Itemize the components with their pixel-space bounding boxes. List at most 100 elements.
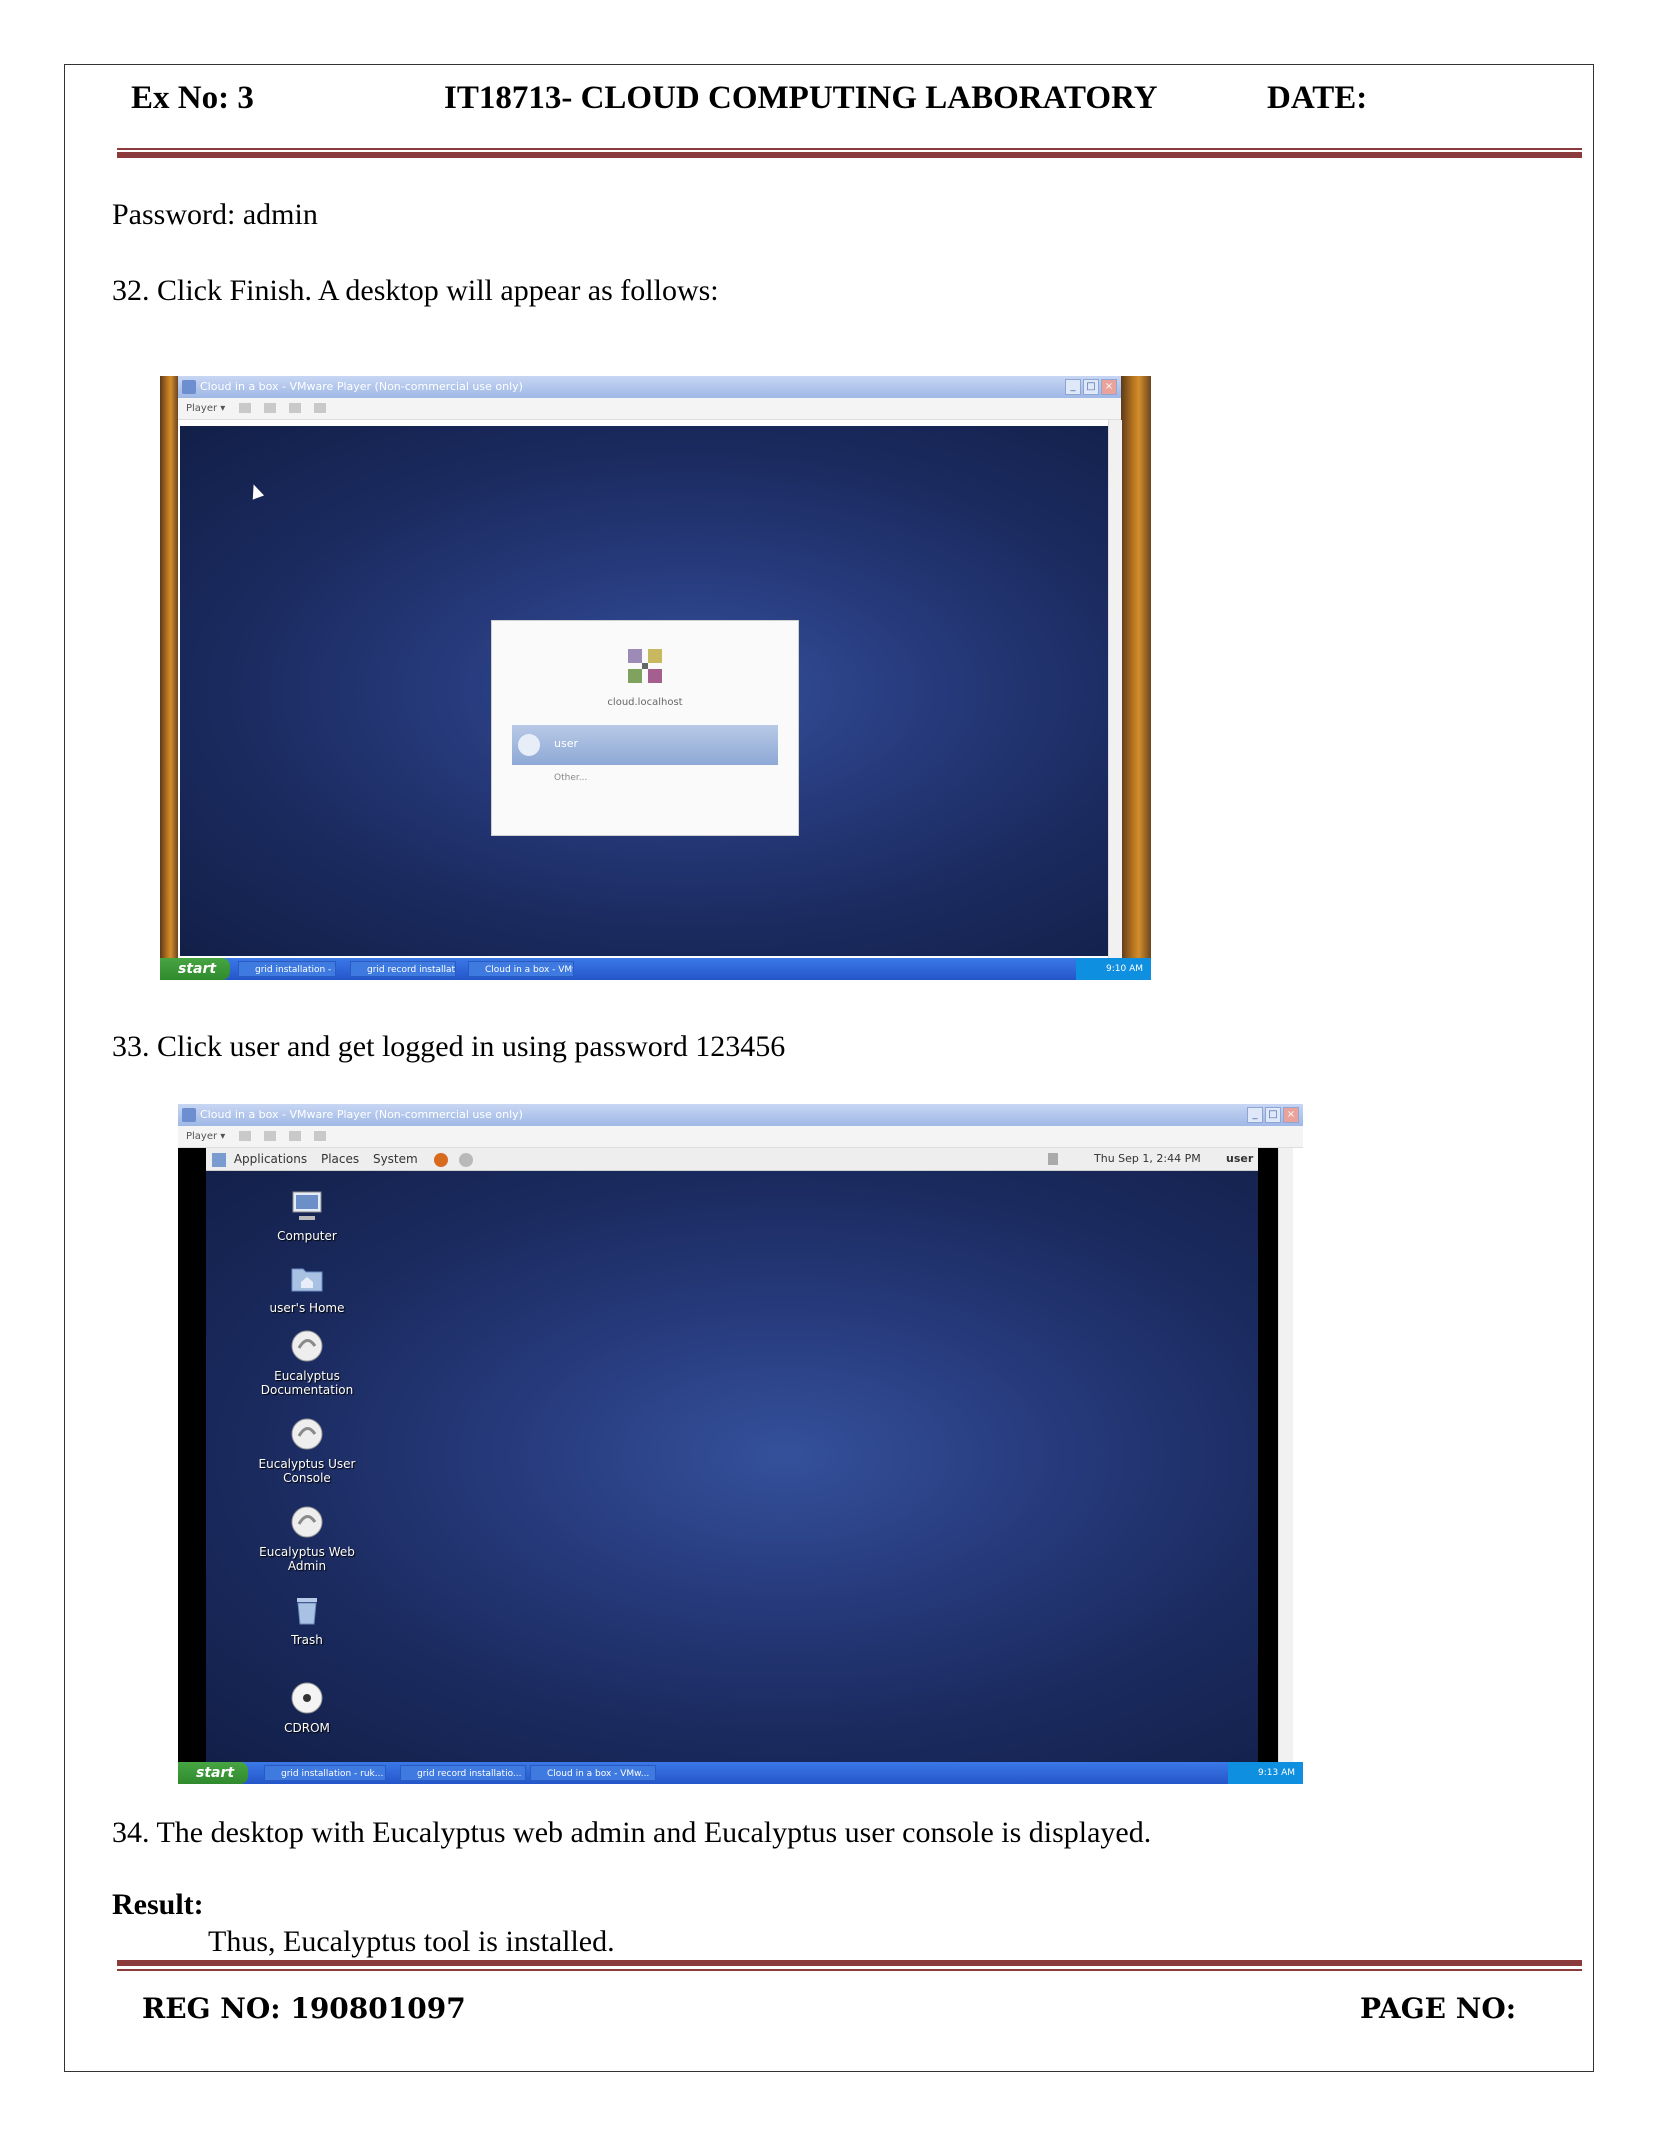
date-label: DATE: xyxy=(1267,80,1368,116)
ex-number: Ex No: 3 xyxy=(131,80,254,116)
login-user-entry[interactable]: user xyxy=(512,725,778,765)
eucalyptus-icon xyxy=(291,1506,323,1538)
applications-icon xyxy=(212,1152,226,1167)
devices-icon[interactable] xyxy=(263,1131,276,1141)
desktop-icon-cdrom[interactable]: CDROM xyxy=(252,1680,362,1735)
vm-toolbar: Player ▾ xyxy=(178,1126,1303,1148)
xp-taskbar: start grid installation - ruk... grid re… xyxy=(178,1762,1303,1784)
volume-icon[interactable] xyxy=(1048,1153,1058,1165)
vmware-icon xyxy=(182,1108,196,1122)
player-menu[interactable]: Player ▾ xyxy=(186,403,225,414)
unity-icon[interactable] xyxy=(314,1131,327,1141)
vm-scrollbar[interactable] xyxy=(1278,1148,1293,1762)
close-icon[interactable]: × xyxy=(1101,379,1117,395)
fullscreen-icon[interactable] xyxy=(288,403,301,413)
desktop-icon-home[interactable]: user's Home xyxy=(252,1260,362,1315)
login-other-entry[interactable]: Other... xyxy=(554,773,587,783)
system-tray: 9:10 AM xyxy=(1076,958,1151,980)
result-label: Result: xyxy=(112,1888,204,1921)
pause-icon[interactable] xyxy=(238,1131,251,1141)
taskbar-item[interactable]: grid installation - ruk... xyxy=(264,1765,386,1781)
eucalyptus-icon xyxy=(291,1418,323,1450)
cdrom-icon xyxy=(291,1682,323,1714)
vm-desktop: cloud.localhost user Other... xyxy=(180,426,1108,956)
desktop-icon-eucalyptus-web-admin[interactable]: Eucalyptus Web Admin xyxy=(252,1504,362,1573)
applications-menu[interactable]: Applications xyxy=(234,1152,307,1166)
taskbar-item[interactable]: Cloud in a box - VMw... xyxy=(468,961,574,977)
header-rule-thin xyxy=(117,148,1582,150)
window-controls: _ □ × xyxy=(1065,379,1117,395)
taskbar-item[interactable]: grid record installatio... xyxy=(400,1765,526,1781)
footer-rule xyxy=(117,1960,1582,1966)
tray-clock: 9:13 AM xyxy=(1258,1768,1295,1778)
screenshot-desktop: Cloud in a box - VMware Player (Non-comm… xyxy=(178,1104,1303,1784)
desktop-icon-computer[interactable]: Computer xyxy=(252,1188,362,1243)
desktop-icon-label: Eucalyptus User Console xyxy=(258,1457,356,1485)
course-title: IT18713- CLOUD COMPUTING LABORATORY xyxy=(444,80,1158,116)
desktop-icon-eucalyptus-docs[interactable]: Eucalyptus Documentation xyxy=(252,1328,362,1397)
user-avatar-icon xyxy=(518,734,540,756)
step-34: 34. The desktop with Eucalyptus web admi… xyxy=(112,1816,1152,1849)
maximize-icon[interactable]: □ xyxy=(1265,1107,1281,1123)
step-33: 33. Click user and get logged in using p… xyxy=(112,1030,786,1063)
desktop-icon-label: CDROM xyxy=(284,1721,330,1735)
login-hostname: cloud.localhost xyxy=(607,697,683,708)
player-menu[interactable]: Player ▾ xyxy=(186,1131,225,1142)
minimize-icon[interactable]: _ xyxy=(1065,379,1081,395)
vm-toolbar: Player ▾ xyxy=(178,398,1121,420)
firefox-icon[interactable] xyxy=(433,1152,448,1167)
trash-icon xyxy=(297,1598,317,1625)
desktop-icon-label: Computer xyxy=(277,1229,337,1243)
taskbar-item[interactable]: Cloud in a box - VMw... xyxy=(530,1765,656,1781)
start-button[interactable]: start xyxy=(178,1762,248,1784)
home-folder-icon xyxy=(291,1268,323,1292)
network-icon[interactable] xyxy=(459,1152,474,1167)
background-photo-left xyxy=(160,376,178,980)
vm-desktop: Applications Places System Thu Sep 1, 2:… xyxy=(206,1148,1258,1762)
panel-user[interactable]: user xyxy=(1226,1148,1253,1170)
desktop-icon-label: Eucalyptus Web Admin xyxy=(259,1545,355,1573)
step-32: 32. Click Finish. A desktop will appear … xyxy=(112,274,719,307)
computer-icon xyxy=(292,1191,322,1220)
centos-logo-icon xyxy=(628,649,662,683)
login-dialog: cloud.localhost user Other... xyxy=(491,620,799,836)
window-title: Cloud in a box - VMware Player (Non-comm… xyxy=(200,380,523,393)
minimize-icon[interactable]: _ xyxy=(1247,1107,1263,1123)
background-photo-right xyxy=(1121,376,1151,980)
taskbar-item[interactable]: grid record installatio... xyxy=(350,961,456,977)
tray-clock: 9:10 AM xyxy=(1106,964,1143,974)
close-icon[interactable]: × xyxy=(1283,1107,1299,1123)
page-number-label: PAGE NO: xyxy=(1360,1992,1517,2025)
panel-datetime[interactable]: Thu Sep 1, 2:44 PM xyxy=(1094,1148,1201,1170)
vm-window-titlebar: Cloud in a box - VMware Player (Non-comm… xyxy=(178,1104,1303,1126)
window-title: Cloud in a box - VMware Player (Non-comm… xyxy=(200,1108,523,1121)
login-user-label: user xyxy=(554,737,578,750)
mouse-cursor-icon xyxy=(247,482,265,500)
maximize-icon[interactable]: □ xyxy=(1083,379,1099,395)
window-controls: _ □ × xyxy=(1247,1107,1299,1123)
pause-icon[interactable] xyxy=(238,403,251,413)
places-menu[interactable]: Places xyxy=(321,1152,359,1166)
vmware-icon xyxy=(182,380,196,394)
password-line: Password: admin xyxy=(112,198,318,231)
vm-scrollbar[interactable] xyxy=(1108,420,1122,958)
desktop-icon-label: Trash xyxy=(291,1633,323,1647)
eucalyptus-icon xyxy=(291,1330,323,1362)
start-button[interactable]: start xyxy=(160,958,230,980)
header-rule xyxy=(117,152,1582,158)
reg-number: REG NO: 190801097 xyxy=(142,1992,466,2025)
desktop-icon-trash[interactable]: Trash xyxy=(252,1592,362,1647)
unity-icon[interactable] xyxy=(314,403,327,413)
system-tray: 9:13 AM xyxy=(1228,1762,1303,1784)
system-menu[interactable]: System xyxy=(373,1152,418,1166)
xp-taskbar: start grid installation - ruk... grid re… xyxy=(160,958,1151,980)
taskbar-item[interactable]: grid installation - ruk... xyxy=(238,961,336,977)
footer-rule-thin xyxy=(117,1969,1582,1971)
gnome-top-panel: Applications Places System Thu Sep 1, 2:… xyxy=(206,1148,1258,1171)
vm-window-titlebar: Cloud in a box - VMware Player (Non-comm… xyxy=(178,376,1121,398)
desktop-icon-label: Eucalyptus Documentation xyxy=(260,1369,354,1397)
fullscreen-icon[interactable] xyxy=(288,1131,301,1141)
devices-icon[interactable] xyxy=(263,403,276,413)
result-text: Thus, Eucalyptus tool is installed. xyxy=(208,1925,615,1958)
desktop-icon-eucalyptus-user-console[interactable]: Eucalyptus User Console xyxy=(252,1416,362,1485)
